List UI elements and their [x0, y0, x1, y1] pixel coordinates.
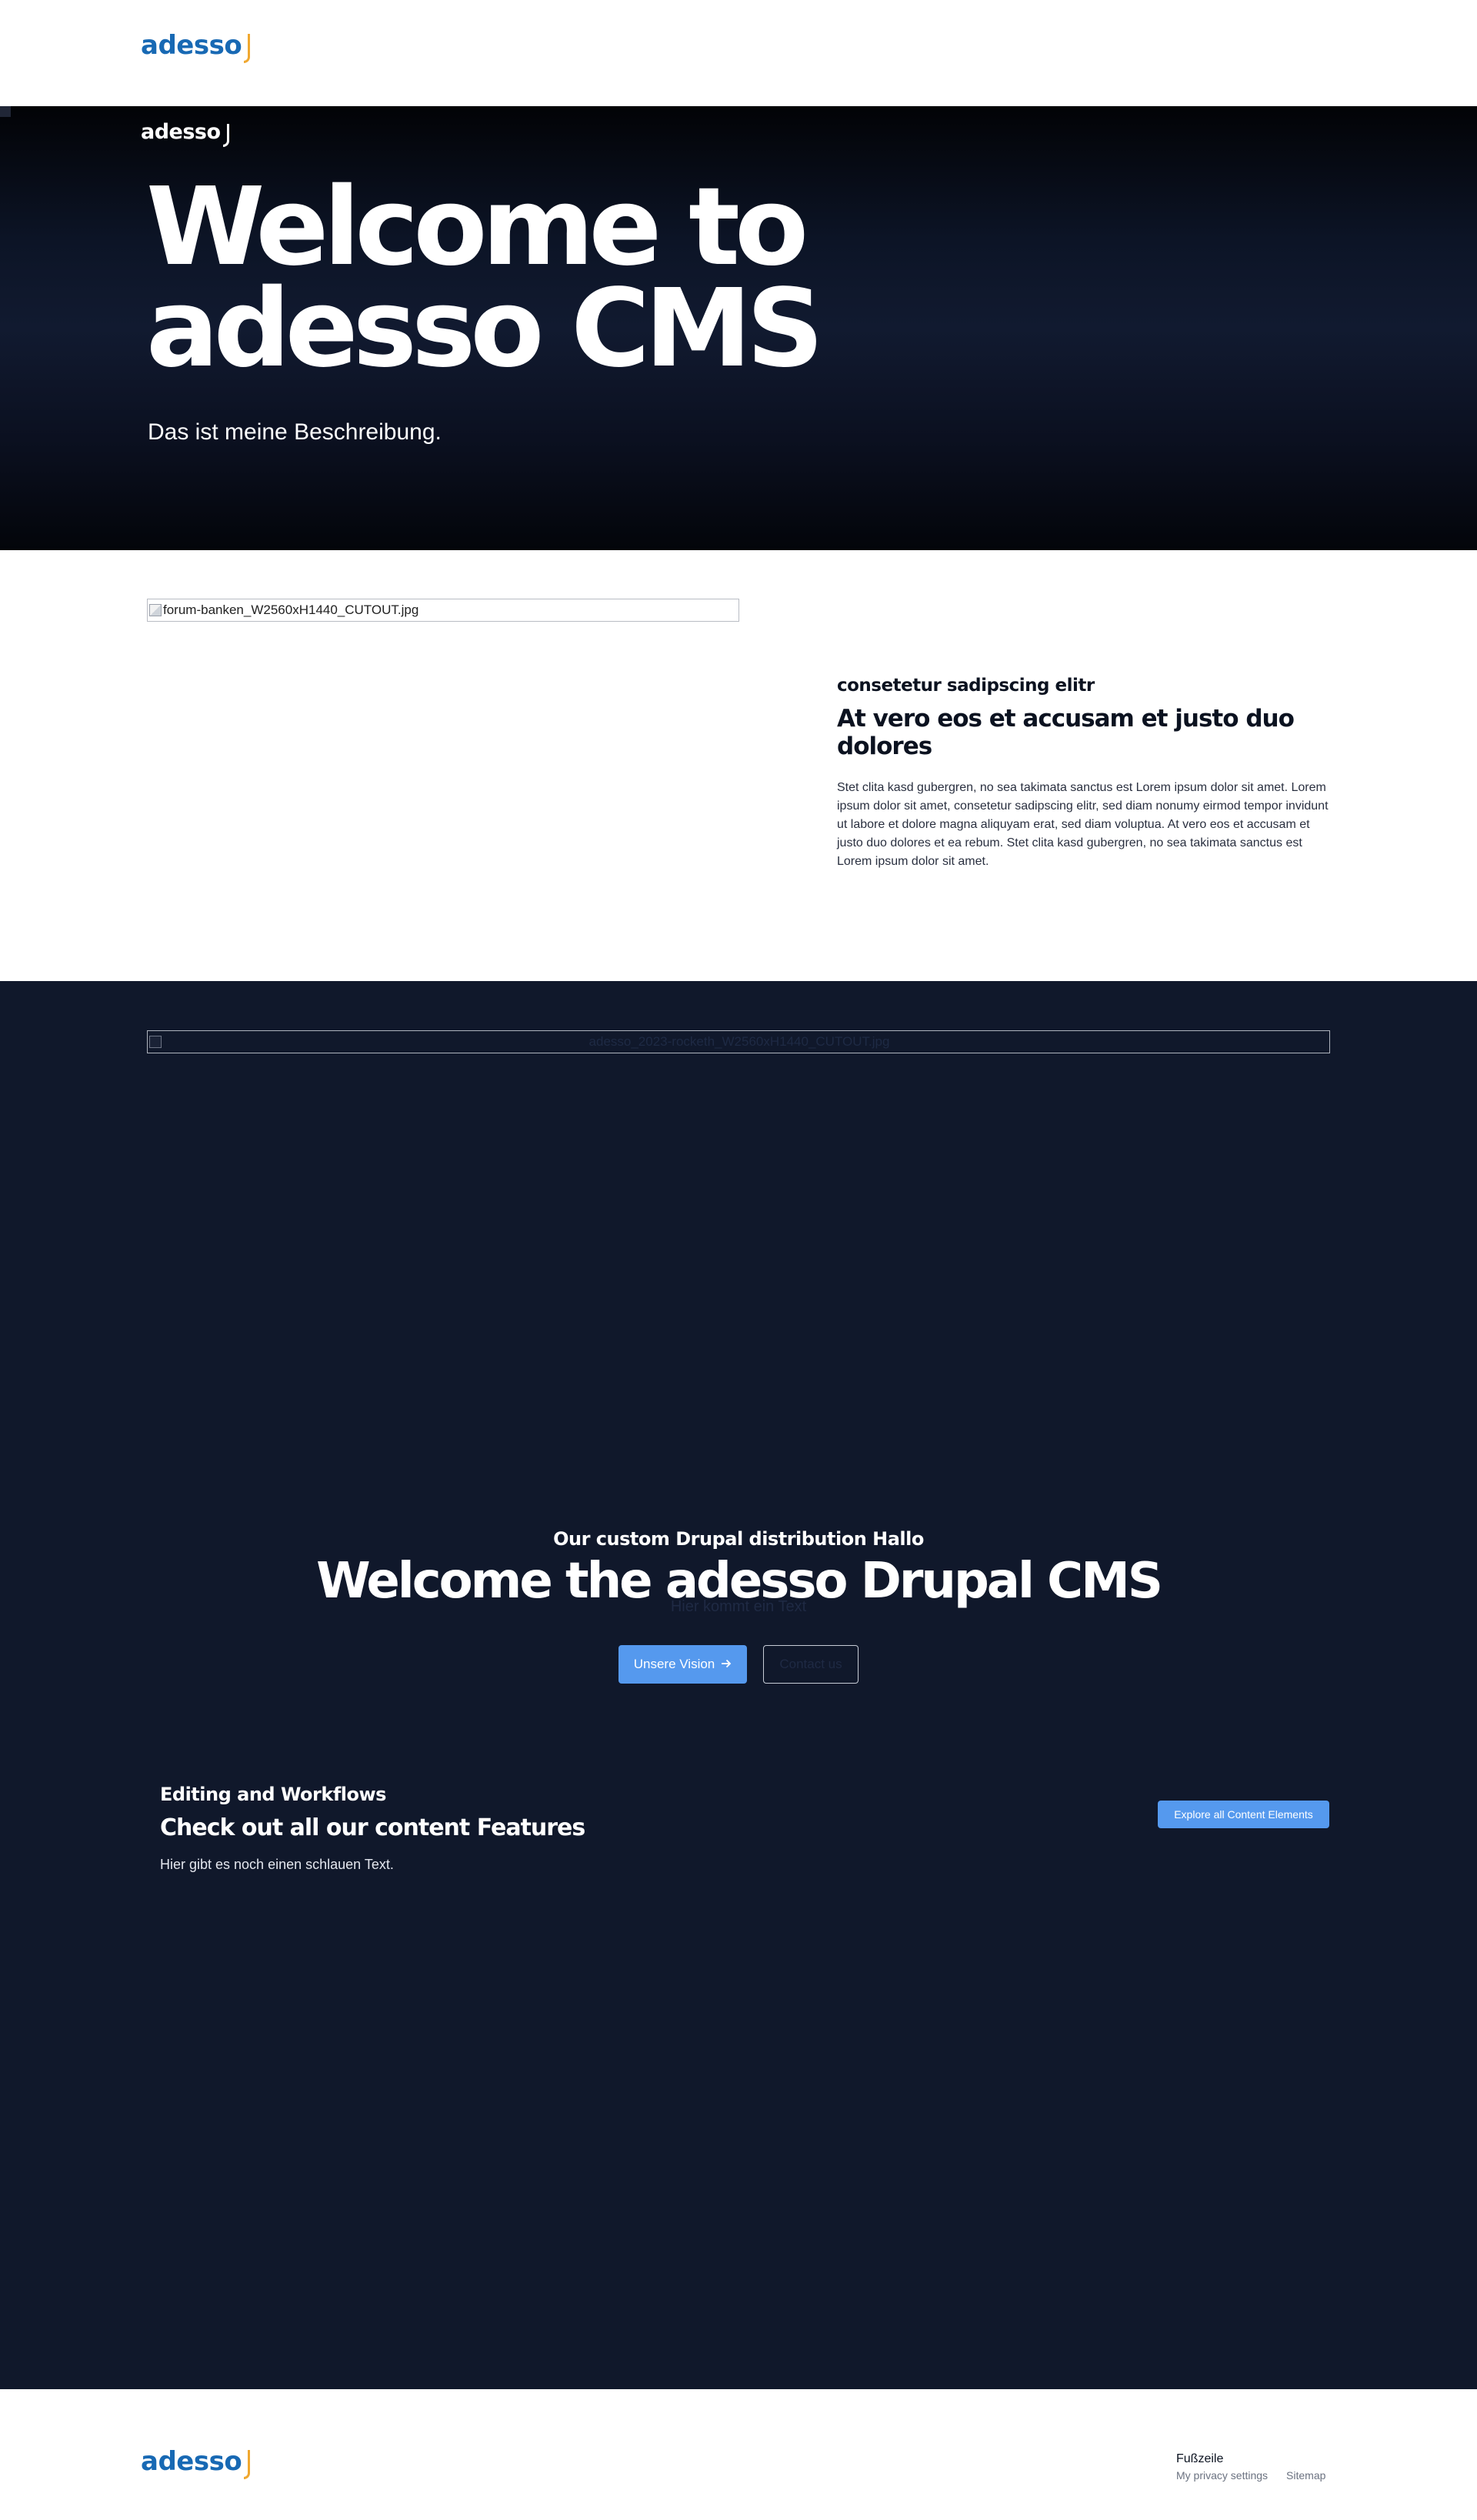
site-header: adesso [0, 0, 1477, 106]
hero-title-line2: adesso CMS [146, 266, 824, 392]
arrow-right-icon [721, 1657, 732, 1672]
logo-hook-icon [244, 34, 251, 63]
features-teaser: Editing and Workflows Check out all our … [160, 1784, 585, 1873]
text-media-body: Stet clita kasd gubergren, no sea takima… [837, 781, 1329, 868]
text-media-section: forum-banken_W2560xH1440_CUTOUT.jpg cons… [0, 550, 1477, 981]
dark-section-image: adesso_2023-rocketh_W2560xH1440_CUTOUT.j… [147, 1030, 1330, 1053]
footer-logo-wordmark: adesso [141, 2446, 242, 2477]
footer-link-sitemap[interactable]: Sitemap [1286, 2469, 1325, 2482]
text-media-content: consetetur sadipscing elitr At vero eos … [837, 676, 1329, 871]
footer-logo-hook-icon [244, 2450, 251, 2479]
broken-image-icon [0, 106, 11, 117]
explore-content-elements-button[interactable]: Explore all Content Elements [1158, 1801, 1329, 1828]
logo-wordmark: adesso [141, 30, 242, 61]
dark-section-buttons: Unsere Vision Contact us [618, 1645, 859, 1684]
broken-image-icon [149, 1036, 162, 1048]
hero-logo-wordmark: adesso [141, 120, 221, 144]
footer-links: My privacy settings Sitemap [1176, 2469, 1325, 2482]
hero-section: adesso Welcome to adesso CMS Das ist mei… [0, 106, 1477, 550]
hero-logo-hook-icon [222, 124, 229, 147]
hero-logo: adesso [141, 120, 229, 147]
contact-button[interactable]: Contact us [763, 1645, 859, 1684]
footer-title: Fußzeile [1176, 2452, 1224, 2465]
site-footer: adesso Fußzeile My privacy settings Site… [0, 2389, 1477, 2520]
features-text: Hier gibt es noch einen schlauen Text. [160, 1857, 394, 1872]
features-eyebrow: Editing and Workflows [160, 1784, 386, 1805]
features-heading: Check out all our content Features [160, 1814, 585, 1841]
vision-button-label: Unsere Vision [633, 1657, 715, 1671]
vision-button[interactable]: Unsere Vision [618, 1645, 747, 1684]
text-media-eyebrow: consetetur sadipscing elitr [837, 676, 1095, 696]
hero-title: Welcome to adesso CMS [146, 174, 992, 383]
header-logo[interactable]: adesso [141, 30, 251, 63]
text-media-image-alt: forum-banken_W2560xH1440_CUTOUT.jpg [163, 602, 419, 617]
text-media-heading: At vero eos et accusam et justo duo dolo… [837, 705, 1295, 760]
broken-image-icon [149, 604, 162, 616]
dark-section-subtitle: Hier kommt ein Text [670, 1598, 807, 1615]
dark-hero-section: adesso_2023-rocketh_W2560xH1440_CUTOUT.j… [0, 981, 1477, 2389]
text-media-image: forum-banken_W2560xH1440_CUTOUT.jpg [147, 599, 739, 622]
dark-section-image-alt: adesso_2023-rocketh_W2560xH1440_CUTOUT.j… [588, 1034, 890, 1049]
footer-logo[interactable]: adesso [141, 2446, 251, 2479]
hero-description: Das ist meine Beschreibung. [148, 419, 442, 445]
footer-nav: Fußzeile My privacy settings Sitemap [1176, 2452, 1325, 2482]
footer-link-privacy-settings[interactable]: My privacy settings [1176, 2469, 1268, 2482]
